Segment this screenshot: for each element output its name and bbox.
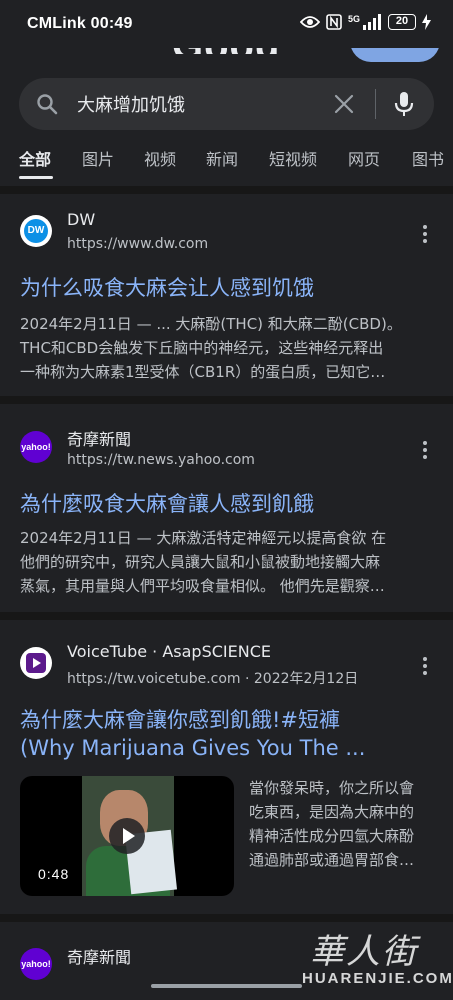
section-divider <box>0 186 453 194</box>
search-bar[interactable]: 大麻增加饥饿 <box>19 78 434 130</box>
section-divider <box>0 612 453 620</box>
snippet-line: 2024年2月11日 — ... 大麻酚(THC) 和大麻二酚(CBD)。 <box>20 315 402 333</box>
watermark-english: HUARENJIE.COM <box>302 970 453 987</box>
signal-icon <box>363 14 381 30</box>
carrier-time: CMLink 00:49 <box>27 15 133 32</box>
voicetube-logo-icon <box>20 647 52 679</box>
result-title[interactable]: 為什麼吸食大麻會讓人感到飢餓 <box>20 488 314 518</box>
eye-icon <box>299 16 320 28</box>
search-input[interactable]: 大麻增加饥饿 <box>77 91 185 117</box>
result-snippet: 2024年2月11日 — ... 大麻酚(THC) 和大麻二酚(CBD)。 TH… <box>20 312 435 384</box>
snippet-line: THC和CBD会触发下丘脑中的神经元，这些神经元释出 <box>20 339 384 357</box>
tab-web[interactable]: 网页 <box>348 146 380 170</box>
status-bar: CMLink 00:49 5G 20 <box>0 0 453 48</box>
status-icons: 5G 20 <box>299 14 431 30</box>
result-url[interactable]: https://tw.news.yahoo.com <box>67 452 255 468</box>
snippet-line: 他們的研究中，研究人員讓大鼠和小鼠被動地接觸大麻 <box>20 553 381 571</box>
gesture-bar[interactable] <box>151 984 302 988</box>
section-divider <box>0 914 453 922</box>
yahoo-logo-icon: yahoo! <box>20 431 52 463</box>
snippet-line: 通過肺部或通過胃部食… <box>249 851 415 869</box>
result-url[interactable]: https://tw.voicetube.com · 2022年2月12日 <box>67 668 358 688</box>
search-tabs: 全部 图片 视频 新闻 短视频 网页 图书 <box>0 146 453 182</box>
snippet-line: 當你發呆時，你之所以會 <box>249 779 415 797</box>
battery-indicator: 20 <box>388 14 416 30</box>
video-duration: 0:48 <box>38 866 70 882</box>
yahoo-logo-icon: yahoo! <box>20 948 52 980</box>
more-vert-icon[interactable] <box>423 225 429 246</box>
snippet-line: 2024年2月11日 — 大麻激活特定神經元以提高食欲 在 <box>20 529 387 547</box>
play-icon[interactable] <box>109 818 145 854</box>
result-title[interactable]: 為什麼大麻會讓你感到飢餓!#短褲 <box>20 704 340 734</box>
snippet-line: 蒸氣，其用量與人們平均吸食量相似。 他們先是觀察… <box>20 577 385 595</box>
video-thumbnail[interactable]: 0:48 <box>20 776 234 896</box>
result-site-name: 奇摩新聞 <box>67 948 132 967</box>
tab-videos[interactable]: 视频 <box>144 146 176 170</box>
tab-news[interactable]: 新闻 <box>206 146 238 170</box>
more-vert-icon[interactable] <box>423 657 429 678</box>
result-snippet: 當你發呆時，你之所以會 吃東西，是因為大麻中的 精神活性成分四氫大麻酚 通過肺部… <box>249 776 439 872</box>
snippet-line: 吃東西，是因為大麻中的 <box>249 803 415 821</box>
more-vert-icon[interactable] <box>423 441 429 462</box>
search-divider <box>375 89 376 119</box>
watermark: 華人街 HUARENJIE.COM <box>298 924 452 992</box>
result-snippet: 2024年2月11日 — 大麻激活特定神經元以提高食欲 在 他們的研究中，研究人… <box>20 526 435 598</box>
microphone-icon[interactable] <box>394 90 414 118</box>
active-tab-indicator <box>19 176 53 179</box>
search-icon[interactable] <box>35 92 59 116</box>
result-url[interactable]: https://www.dw.com <box>67 236 208 252</box>
result-title[interactable]: 为什么吸食大麻会让人感到饥饿 <box>20 272 314 302</box>
tab-short-videos[interactable]: 短视频 <box>269 146 317 170</box>
close-icon[interactable] <box>333 93 355 115</box>
section-divider <box>0 396 453 404</box>
tab-all[interactable]: 全部 <box>19 146 51 170</box>
result-site-name: VoiceTube · AsapSCIENCE <box>67 642 271 661</box>
result-site-name: 奇摩新聞 <box>67 430 132 449</box>
result-title-continued[interactable]: (Why Marijuana Gives You The ... <box>20 736 365 760</box>
result-site-name: DW <box>67 210 96 229</box>
dw-logo-icon: DW <box>20 215 52 247</box>
snippet-line: 精神活性成分四氫大麻酚 <box>249 827 415 845</box>
nfc-icon <box>326 14 342 30</box>
charging-icon <box>422 14 431 30</box>
tab-books[interactable]: 图书 <box>412 146 444 170</box>
snippet-line: 一种称为大麻素1型受体（CB1R）的蛋白质，已知它… <box>20 363 386 381</box>
network-type: 5G <box>347 14 360 24</box>
dw-logo-text: DW <box>24 219 48 243</box>
tab-images[interactable]: 图片 <box>82 146 114 170</box>
watermark-chinese: 華人街 <box>310 932 418 972</box>
